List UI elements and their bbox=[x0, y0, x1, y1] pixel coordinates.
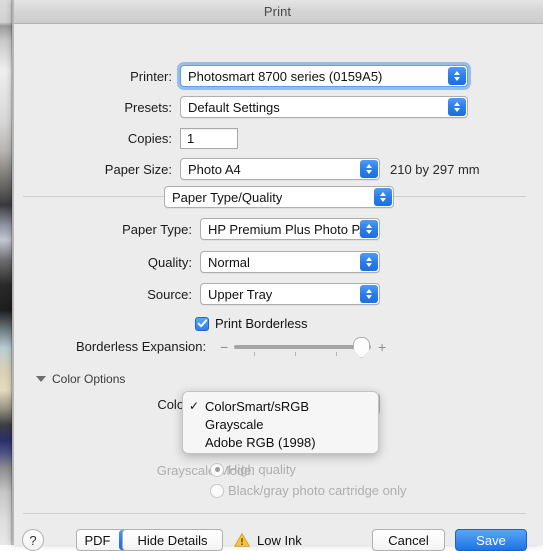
printer-select[interactable]: Photosmart 8700 series (0159A5) bbox=[180, 65, 468, 87]
paper-size-dimensions: 210 by 297 mm bbox=[390, 161, 480, 177]
chevron-updown-icon bbox=[448, 67, 466, 85]
grayscale-mode-option-0: High quality bbox=[210, 462, 296, 477]
color-options-disclosure[interactable]: Color Options bbox=[36, 372, 125, 386]
copies-row: Copies: 1 bbox=[14, 128, 543, 149]
paper-type-row: Paper Type: HP Premium Plus Photo P... bbox=[14, 218, 543, 240]
copies-input-value: 1 bbox=[187, 131, 195, 146]
paper-size-row: Paper Size: Photo A4 210 by 297 mm bbox=[14, 158, 543, 180]
menu-item-colorsmart-srgb-label: ColorSmart/sRGB bbox=[205, 398, 310, 414]
quality-select[interactable]: Normal bbox=[200, 251, 380, 273]
print-borderless-checkbox[interactable] bbox=[195, 316, 209, 331]
bottom-separator bbox=[23, 513, 526, 514]
paper-type-label: Paper Type: bbox=[122, 221, 192, 237]
hide-details-button[interactable]: Hide Details bbox=[122, 529, 223, 551]
chevron-updown-icon bbox=[360, 285, 378, 303]
grayscale-mode-option-1-label: Black/gray photo cartridge only bbox=[228, 483, 407, 498]
presets-label: Presets: bbox=[124, 99, 172, 115]
paper-size-select[interactable]: Photo A4 bbox=[180, 158, 380, 180]
printer-row: Printer: Photosmart 8700 series (0159A5) bbox=[14, 65, 543, 87]
cancel-button-label: Cancel bbox=[388, 532, 429, 548]
paper-size-select-value: Photo A4 bbox=[188, 161, 241, 177]
presets-select[interactable]: Default Settings bbox=[180, 96, 468, 118]
radio-high-quality bbox=[210, 462, 224, 477]
page-title: Print bbox=[263, 4, 292, 19]
printer-select-value: Photosmart 8700 series (0159A5) bbox=[188, 68, 383, 84]
menu-item-adobe-rgb-label: Adobe RGB (1998) bbox=[205, 434, 316, 450]
print-dialog: Print Printer: Photosmart 8700 series (0… bbox=[13, 0, 543, 551]
paper-type-select-value: HP Premium Plus Photo P... bbox=[208, 221, 370, 237]
save-button-label: Save bbox=[476, 532, 506, 548]
print-pane-select[interactable]: Paper Type/Quality bbox=[164, 186, 394, 208]
radio-black-gray-cartridge bbox=[210, 483, 224, 498]
slider-tick bbox=[254, 352, 255, 356]
pdf-button-label: PDF bbox=[84, 532, 111, 548]
dialog-titlebar: Print bbox=[14, 0, 543, 24]
borderless-expansion-slider-track[interactable] bbox=[234, 345, 371, 349]
color-options-label: Color Options bbox=[52, 372, 126, 386]
chevron-updown-icon bbox=[360, 160, 378, 178]
quality-select-value: Normal bbox=[208, 254, 250, 270]
slider-minus-icon[interactable]: − bbox=[220, 340, 228, 354]
copies-label: Copies: bbox=[127, 131, 172, 146]
dialog-body: Printer: Photosmart 8700 series (0159A5)… bbox=[14, 24, 543, 551]
source-label: Source: bbox=[147, 286, 192, 302]
chevron-updown-icon bbox=[360, 220, 378, 238]
borderless-expansion-label: Borderless Expansion: bbox=[76, 339, 207, 354]
chevron-updown-icon bbox=[448, 98, 466, 116]
cancel-button[interactable]: Cancel bbox=[372, 529, 445, 551]
slider-plus-icon[interactable]: + bbox=[378, 340, 386, 354]
borderless-expansion-slider-thumb[interactable] bbox=[353, 337, 370, 358]
source-select[interactable]: Upper Tray bbox=[200, 283, 380, 305]
source-row: Source: Upper Tray bbox=[14, 283, 543, 305]
quality-label: Quality: bbox=[147, 254, 192, 270]
printer-label: Printer: bbox=[130, 68, 172, 84]
low-ink-status: Low Ink bbox=[234, 529, 302, 551]
print-borderless-row[interactable]: Print Borderless bbox=[195, 316, 307, 331]
quality-row: Quality: Normal bbox=[14, 251, 543, 273]
paper-type-select[interactable]: HP Premium Plus Photo P... bbox=[200, 218, 380, 240]
menu-item-adobe-rgb[interactable]: Adobe RGB (1998) bbox=[183, 433, 378, 451]
save-button[interactable]: Save bbox=[455, 529, 527, 551]
checkmark-icon: ✓ bbox=[189, 399, 200, 413]
color-label: Color: bbox=[157, 396, 192, 412]
paper-size-label: Paper Size: bbox=[104, 161, 172, 177]
grayscale-mode-option-0-label: High quality bbox=[228, 462, 296, 477]
print-pane-select-value: Paper Type/Quality bbox=[172, 189, 283, 205]
chevron-updown-icon bbox=[360, 253, 378, 271]
slider-tick bbox=[295, 352, 296, 356]
slider-tick bbox=[336, 352, 337, 356]
copies-input[interactable]: 1 bbox=[180, 128, 238, 149]
low-ink-label: Low Ink bbox=[257, 532, 302, 548]
menu-item-grayscale[interactable]: Grayscale bbox=[183, 415, 378, 433]
menu-item-colorsmart-srgb[interactable]: ✓ ColorSmart/sRGB bbox=[183, 397, 378, 415]
menu-item-grayscale-label: Grayscale bbox=[205, 416, 264, 432]
color-dropdown-menu[interactable]: ✓ ColorSmart/sRGB Grayscale Adobe RGB (1… bbox=[182, 391, 379, 454]
triangle-down-icon bbox=[36, 376, 46, 382]
source-select-value: Upper Tray bbox=[208, 286, 273, 302]
chevron-updown-icon bbox=[374, 188, 392, 206]
help-button-label: ? bbox=[29, 532, 37, 548]
presets-select-value: Default Settings bbox=[188, 99, 280, 115]
print-borderless-label: Print Borderless bbox=[215, 316, 308, 331]
presets-row: Presets: Default Settings bbox=[14, 96, 543, 118]
hide-details-label: Hide Details bbox=[137, 532, 208, 548]
grayscale-mode-option-1: Black/gray photo cartridge only bbox=[210, 483, 406, 498]
help-button[interactable]: ? bbox=[22, 529, 44, 551]
